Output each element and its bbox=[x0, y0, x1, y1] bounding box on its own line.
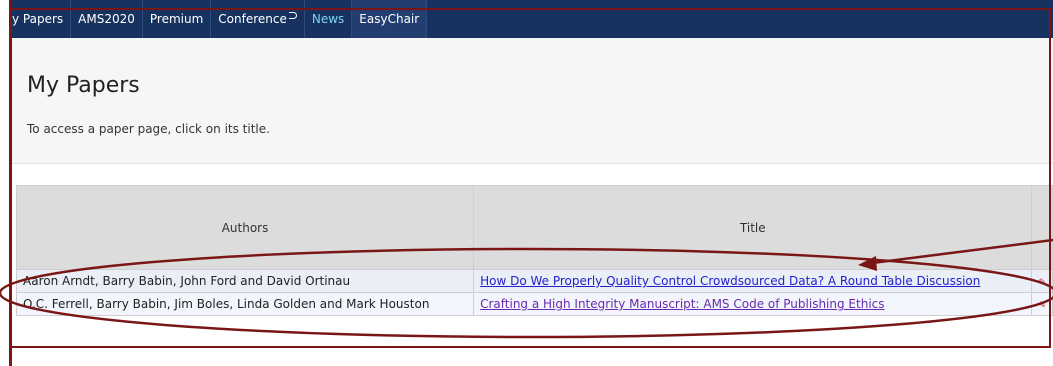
annotation-frame-line bbox=[9, 0, 12, 366]
page-title: My Papers bbox=[27, 73, 140, 98]
top-navbar: y Papers AMS2020 Premium Conference News… bbox=[9, 0, 1053, 38]
row-extra-cell: ✎ bbox=[1031, 269, 1053, 293]
table-row: O.C. Ferrell, Barry Babin, Jim Boles, Li… bbox=[15, 292, 1053, 316]
papers-table: Authors Title Aaron Arndt, Barry Babin, … bbox=[15, 185, 1053, 316]
tab-conference[interactable]: Conference bbox=[211, 0, 305, 38]
tab-premium[interactable]: Premium bbox=[143, 0, 212, 38]
row-title-cell: Crafting a High Integrity Manuscript: AM… bbox=[473, 292, 1033, 316]
tab-ams2020[interactable]: AMS2020 bbox=[71, 0, 143, 38]
column-header-extra bbox=[1031, 185, 1053, 270]
tab-easychair[interactable]: EasyChair bbox=[352, 0, 428, 38]
table-row: Aaron Arndt, Barry Babin, John Ford and … bbox=[15, 269, 1053, 293]
column-header-title: Title bbox=[473, 185, 1033, 270]
row-extra-cell: ✎ bbox=[1031, 292, 1053, 316]
edit-icon[interactable]: ✎ bbox=[1038, 278, 1046, 288]
paper-title-link[interactable]: How Do We Properly Quality Control Crowd… bbox=[480, 274, 980, 288]
row-authors: O.C. Ferrell, Barry Babin, Jim Boles, Li… bbox=[15, 292, 475, 316]
page-header-panel: My Papers To access a paper page, click … bbox=[12, 38, 1053, 164]
page-hint: To access a paper page, click on its tit… bbox=[27, 122, 270, 136]
tab-news[interactable]: News bbox=[305, 0, 353, 38]
external-link-icon bbox=[288, 12, 297, 19]
tab-my-papers[interactable]: y Papers bbox=[9, 0, 72, 38]
column-header-authors: Authors bbox=[15, 185, 475, 270]
row-authors: Aaron Arndt, Barry Babin, John Ford and … bbox=[15, 269, 475, 293]
row-title-cell: How Do We Properly Quality Control Crowd… bbox=[473, 269, 1033, 293]
paper-title-link[interactable]: Crafting a High Integrity Manuscript: AM… bbox=[480, 297, 884, 311]
table-header-row: Authors Title bbox=[15, 185, 1053, 270]
edit-icon[interactable]: ✎ bbox=[1038, 301, 1046, 311]
